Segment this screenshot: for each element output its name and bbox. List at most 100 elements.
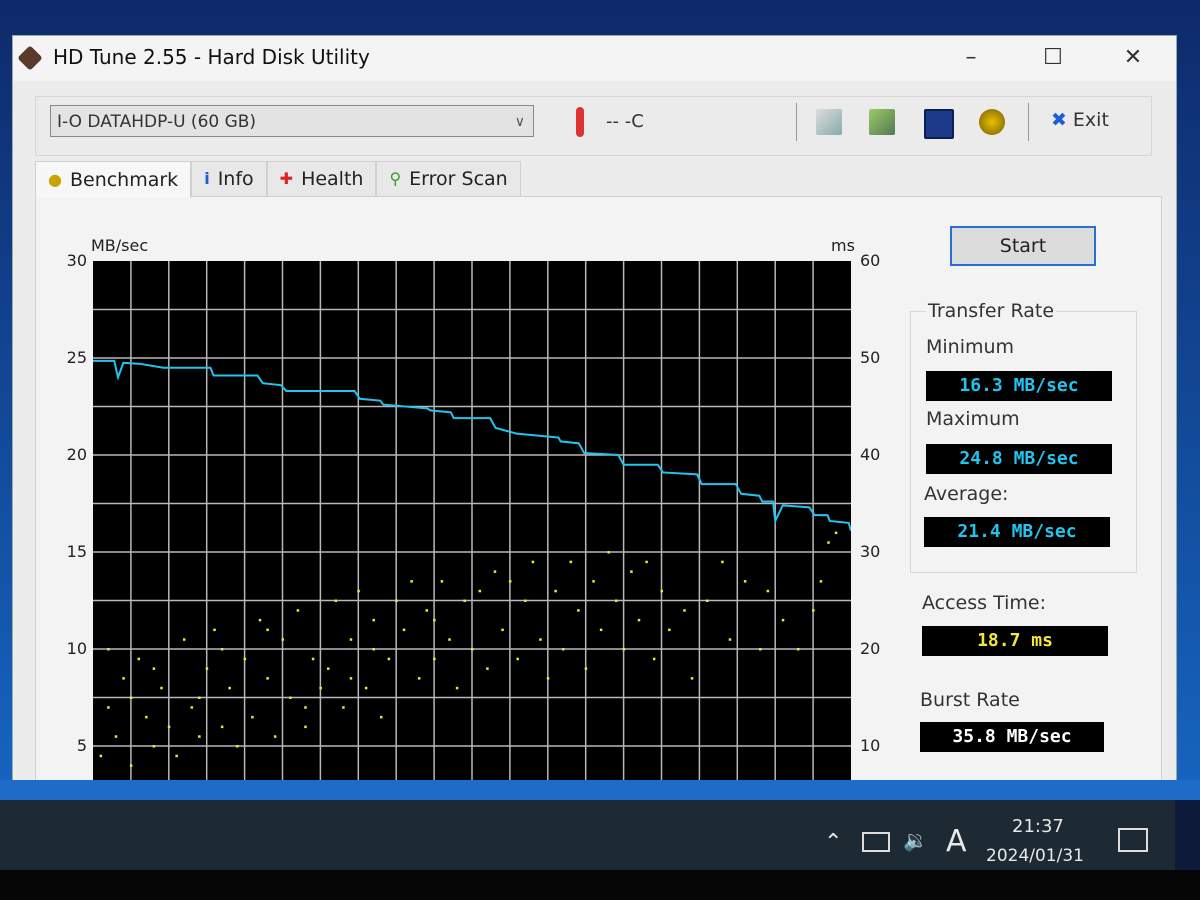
hdtune-window: HD Tune 2.55 - Hard Disk Utility – ☐ ✕ I… (12, 35, 1177, 782)
access-time-point (501, 628, 504, 632)
access-time-point (668, 628, 671, 632)
exit-icon: ✖ (1051, 109, 1067, 131)
access-time-point (660, 589, 663, 593)
access-time-point (304, 706, 307, 709)
close-button[interactable]: ✕ (1113, 42, 1153, 74)
benchmark-chart (93, 261, 851, 781)
access-time-point (766, 589, 770, 593)
y-tick-label: 10 (66, 639, 87, 658)
volume-icon[interactable]: 🔉 (903, 828, 928, 852)
minimum-value: 16.3 MB/sec (926, 371, 1112, 401)
clock-time[interactable]: 21:37 (1012, 816, 1064, 837)
access-time-point (781, 618, 785, 622)
clock-date[interactable]: 2024/01/31 (986, 846, 1084, 866)
access-time-point (455, 686, 459, 690)
access-time-point (554, 589, 557, 593)
access-time-point (440, 580, 444, 583)
options-icon[interactable] (979, 109, 1005, 135)
access-time-label: Access Time: (922, 592, 1046, 614)
temperature-readout: -- -C (606, 111, 644, 132)
access-time-point (152, 667, 156, 670)
notification-icon[interactable] (1118, 828, 1148, 852)
access-time-point (205, 667, 209, 670)
access-time-point (114, 735, 118, 738)
copy-text-icon[interactable] (816, 109, 842, 135)
access-time-point (220, 725, 224, 729)
access-time-point (478, 589, 482, 593)
access-time-point (122, 677, 125, 680)
y2-tick-label: 30 (860, 542, 881, 561)
tab-benchmark[interactable]: ● Benchmark (35, 161, 192, 198)
tab-health[interactable]: ✚ Health (266, 161, 377, 196)
access-time-point (796, 648, 800, 651)
access-time-point (728, 638, 732, 641)
access-time-point (569, 560, 573, 564)
y2-axis-label: ms (831, 236, 855, 255)
access-time-point (289, 696, 292, 699)
burst-rate-value: 35.8 MB/sec (920, 722, 1104, 752)
start-button[interactable]: Start (950, 226, 1096, 266)
access-time-point (827, 541, 830, 544)
save-icon[interactable] (924, 109, 954, 139)
access-time-point (531, 560, 535, 564)
maximum-value: 24.8 MB/sec (926, 444, 1112, 474)
copy-screenshot-icon[interactable] (869, 109, 895, 135)
access-time-point (463, 599, 466, 602)
access-time-point (630, 570, 633, 573)
access-time-point (425, 609, 429, 612)
drive-select[interactable]: I-O DATAHDP-U (60 GB) ∨ (50, 105, 534, 137)
transfer-rate-label: Transfer Rate (926, 300, 1057, 322)
access-time-point (584, 667, 588, 670)
tab-label: Error Scan (409, 168, 508, 190)
access-time-point (342, 706, 345, 709)
access-time-point (107, 706, 110, 709)
y2-tick-label: 60 (860, 251, 881, 270)
access-time-point (395, 599, 398, 602)
app-icon (17, 45, 43, 71)
minimize-button[interactable]: – (951, 42, 991, 74)
access-time-point (334, 599, 338, 602)
minimum-label: Minimum (926, 336, 1015, 358)
maximum-label: Maximum (926, 408, 1020, 430)
y2-tick-label: 10 (860, 736, 881, 755)
access-time-point (592, 580, 595, 583)
ime-indicator[interactable]: A (946, 824, 967, 859)
access-time-point (380, 715, 383, 719)
tab-info[interactable]: i Info (191, 161, 267, 196)
tab-label: Benchmark (69, 169, 179, 191)
access-time-point (615, 599, 618, 602)
network-icon[interactable] (862, 832, 890, 852)
access-time-point (516, 657, 519, 661)
tab-label: Info (217, 168, 254, 190)
access-time-point (129, 696, 133, 699)
access-time-point (433, 618, 436, 622)
access-time-point (137, 657, 140, 661)
access-time-point (410, 580, 413, 583)
exit-button[interactable]: ✖ Exit (1051, 109, 1109, 131)
toolbar-divider (796, 103, 797, 141)
access-time-point (182, 638, 186, 641)
access-time-point (402, 628, 406, 632)
access-time-point (705, 599, 709, 602)
access-time-point (175, 754, 178, 758)
access-time-point (220, 648, 224, 651)
access-time-point (281, 638, 284, 641)
access-time-point (561, 648, 565, 651)
access-time-point (357, 589, 360, 593)
access-time-point (577, 609, 580, 612)
access-time-point (152, 745, 156, 748)
tab-error-scan[interactable]: ⚲ Error Scan (376, 161, 521, 196)
access-time-point (228, 686, 231, 690)
access-time-point (759, 648, 762, 651)
maximize-button[interactable]: ☐ (1033, 42, 1073, 74)
y-tick-label: 15 (66, 542, 87, 561)
burst-rate-label: Burst Rate (920, 689, 1020, 711)
access-time-point (236, 745, 239, 748)
y-tick-label: 5 (76, 736, 87, 755)
access-time-point (448, 638, 451, 641)
access-time-point (486, 667, 489, 670)
access-time-point (273, 735, 277, 738)
access-time-point (266, 628, 269, 632)
chevron-up-icon[interactable]: ⌃ (824, 830, 842, 855)
health-cross-icon: ✚ (279, 169, 294, 188)
